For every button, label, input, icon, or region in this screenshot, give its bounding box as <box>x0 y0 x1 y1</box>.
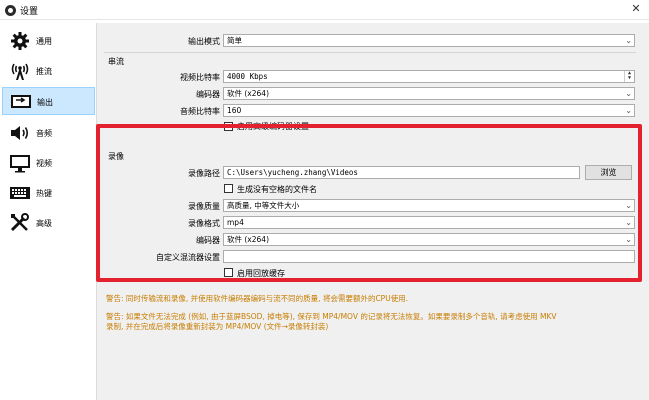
custom-muxer-label: 自定义混流器设置 <box>156 253 220 262</box>
output-mode-label: 输出模式 <box>188 37 220 46</box>
browse-button[interactable]: 浏览 <box>585 165 632 180</box>
select-value: 软件 (x264) <box>227 89 269 98</box>
no-space-filename-label: 生成没有空格的文件名 <box>237 185 317 194</box>
gear-icon <box>11 32 29 50</box>
chevron-down-icon: ⌄ <box>625 106 632 115</box>
video-bitrate-spinbox[interactable]: 4000 Kbps ▲ ▼ <box>223 70 635 83</box>
spin-arrows-icon[interactable]: ▲ ▼ <box>624 71 634 82</box>
custom-muxer-input[interactable] <box>223 250 635 263</box>
sidebar-item-general[interactable]: 通用 <box>2 27 95 55</box>
monitor-icon <box>10 155 30 173</box>
chevron-down-icon: ⌄ <box>625 201 632 210</box>
sidebar-item-label: 音频 <box>36 129 52 138</box>
chevron-down-icon: ⌄ <box>625 218 632 227</box>
warning-remux-hint: 录制, 并在完成后将录像重新封装为 MP4/MOV (文件→录像转封装) <box>106 322 329 331</box>
chevron-down-icon: ⌄ <box>625 235 632 244</box>
video-bitrate-label: 视频比特率 <box>180 73 220 82</box>
section-divider <box>104 52 636 53</box>
recording-quality-label: 录像质量 <box>188 202 220 211</box>
select-value: 160 <box>227 106 242 115</box>
sidebar-item-label: 高级 <box>36 219 52 228</box>
chevron-down-icon: ⌄ <box>625 36 632 45</box>
select-value: 软件 (x264) <box>227 235 269 244</box>
input-value: C:\Users\yucheng.zhang\Videos <box>227 168 358 177</box>
select-value: 高质量, 中等文件大小 <box>227 201 300 210</box>
replay-buffer-label: 启用回放缓存 <box>237 269 285 278</box>
stream-encoder-select[interactable]: 软件 (x264) ⌄ <box>223 87 635 100</box>
no-space-filename-checkbox[interactable] <box>224 184 233 193</box>
replay-buffer-checkbox[interactable] <box>224 268 233 277</box>
settings-sidebar: 通用 推流 输出 音频 视频 热键 高级 <box>0 23 97 400</box>
sidebar-item-label: 视频 <box>36 159 52 168</box>
output-icon <box>11 95 31 108</box>
sidebar-item-stream[interactable]: 推流 <box>2 57 95 85</box>
recording-format-select[interactable]: mp4 ⌄ <box>223 216 635 229</box>
window-title: 设置 <box>20 7 39 17</box>
recording-encoder-select[interactable]: 软件 (x264) ⌄ <box>223 233 635 246</box>
output-mode-select[interactable]: 简单 ⌄ <box>223 34 635 47</box>
sidebar-item-label: 通用 <box>36 37 52 46</box>
warning-mp4-recovery: 警告: 如果文件无法完成 (例如, 由于蓝屏BSOD, 掉电等), 保存到 MP… <box>106 312 557 321</box>
audio-bitrate-label: 音频比特率 <box>180 107 220 116</box>
recording-format-label: 录像格式 <box>188 219 220 228</box>
obs-logo-icon <box>5 5 16 16</box>
spinbox-value: 4000 Kbps <box>227 72 268 81</box>
select-value: mp4 <box>227 218 244 227</box>
speaker-icon <box>11 126 29 140</box>
sidebar-item-hotkeys[interactable]: 热键 <box>2 179 95 207</box>
audio-bitrate-select[interactable]: 160 ⌄ <box>223 104 635 117</box>
sidebar-item-video[interactable]: 视频 <box>2 149 95 177</box>
title-bar: 设置 ✕ <box>0 0 649 20</box>
warning-cpu-usage: 警告: 同时传输流和录像, 并使用软件编码器编码与流不同的质量, 将会需要额外的… <box>106 294 409 303</box>
stream-encoder-label: 编码器 <box>196 90 220 99</box>
sidebar-item-advanced[interactable]: 高级 <box>2 209 95 237</box>
recording-encoder-label: 编码器 <box>196 236 220 245</box>
sidebar-item-audio[interactable]: 音频 <box>2 119 95 147</box>
chevron-down-icon: ⌄ <box>625 89 632 98</box>
recording-section-title: 录像 <box>108 152 124 161</box>
recording-quality-select[interactable]: 高质量, 中等文件大小 ⌄ <box>223 199 635 212</box>
recording-path-label: 录像路径 <box>188 169 220 178</box>
select-value: 简单 <box>227 36 242 45</box>
sidebar-item-label: 热键 <box>36 189 52 198</box>
broadcast-icon <box>11 63 29 80</box>
sidebar-item-label: 输出 <box>37 98 53 107</box>
close-button[interactable]: ✕ <box>629 2 643 16</box>
sidebar-item-output[interactable]: 输出 <box>2 87 95 115</box>
tools-icon <box>10 213 29 232</box>
recording-path-input[interactable]: C:\Users\yucheng.zhang\Videos <box>223 166 580 179</box>
streaming-section-title: 串流 <box>108 57 124 66</box>
keyboard-icon <box>10 187 30 199</box>
sidebar-item-label: 推流 <box>36 67 52 76</box>
